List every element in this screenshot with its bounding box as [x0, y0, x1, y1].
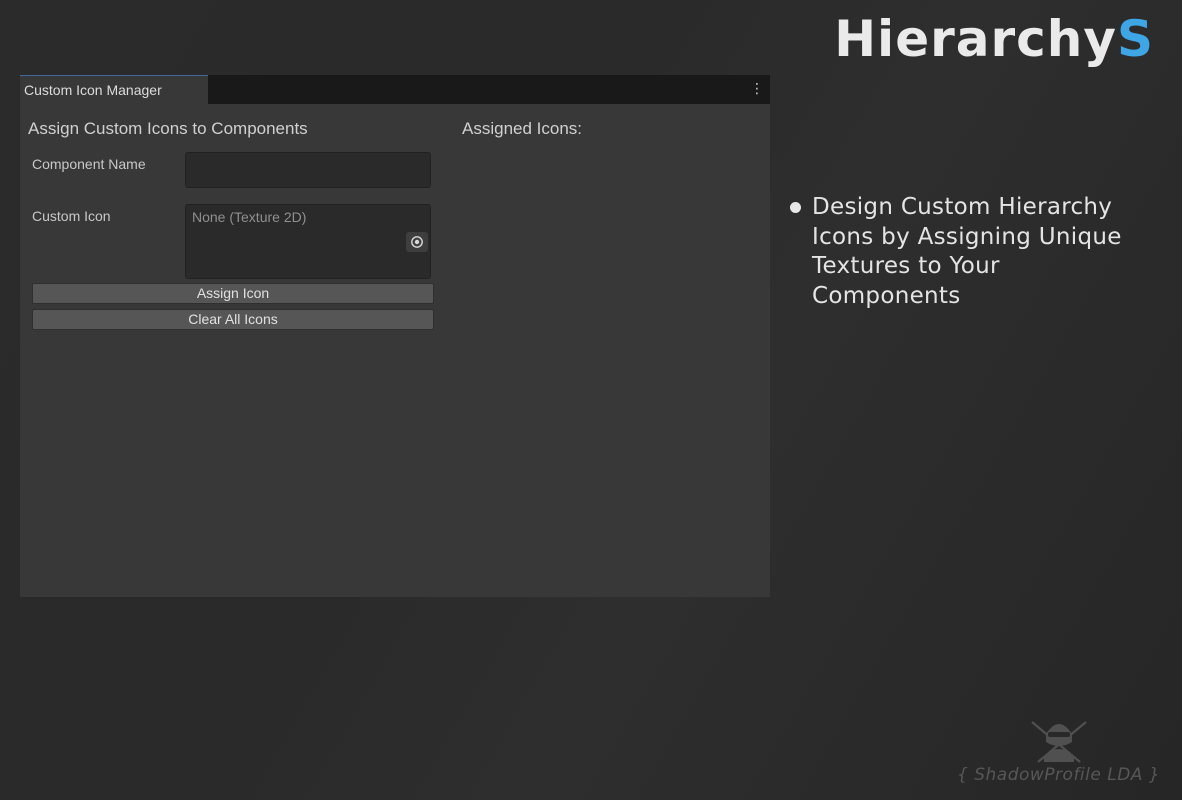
brand-logo: HierarchyS: [834, 14, 1154, 64]
bullet-dot-icon: [790, 202, 801, 213]
watermark-text: { ShadowProfile LDA }: [957, 765, 1161, 785]
window-tab-bar: Custom Icon Manager ⋮: [20, 75, 770, 104]
kebab-menu-icon[interactable]: ⋮: [750, 80, 764, 98]
feature-bullet: Design Custom Hierarchy Icons by Assigni…: [790, 193, 1160, 311]
custom-icon-manager-window: Custom Icon Manager ⋮ Assign Custom Icon…: [20, 75, 770, 597]
brand-name: Hierarchy: [834, 10, 1117, 68]
tab-custom-icon-manager[interactable]: Custom Icon Manager: [20, 75, 208, 104]
brand-name-accent: S: [1116, 10, 1154, 68]
assign-icon-button[interactable]: Assign Icon: [32, 283, 434, 304]
assigned-icons-title: Assigned Icons:: [462, 119, 583, 138]
clear-all-icons-button[interactable]: Clear All Icons: [32, 309, 434, 330]
component-name-label: Component Name: [32, 156, 146, 172]
component-name-input[interactable]: [185, 152, 431, 188]
object-picker-icon[interactable]: [406, 232, 428, 252]
custom-icon-object-field[interactable]: None (Texture 2D): [185, 204, 431, 279]
ninja-logo-icon: [1031, 721, 1087, 763]
feature-description: Design Custom Hierarchy Icons by Assigni…: [812, 194, 1122, 309]
assign-section-title: Assign Custom Icons to Components: [28, 119, 308, 138]
custom-icon-value: None (Texture 2D): [192, 209, 307, 225]
custom-icon-label: Custom Icon: [32, 208, 111, 224]
